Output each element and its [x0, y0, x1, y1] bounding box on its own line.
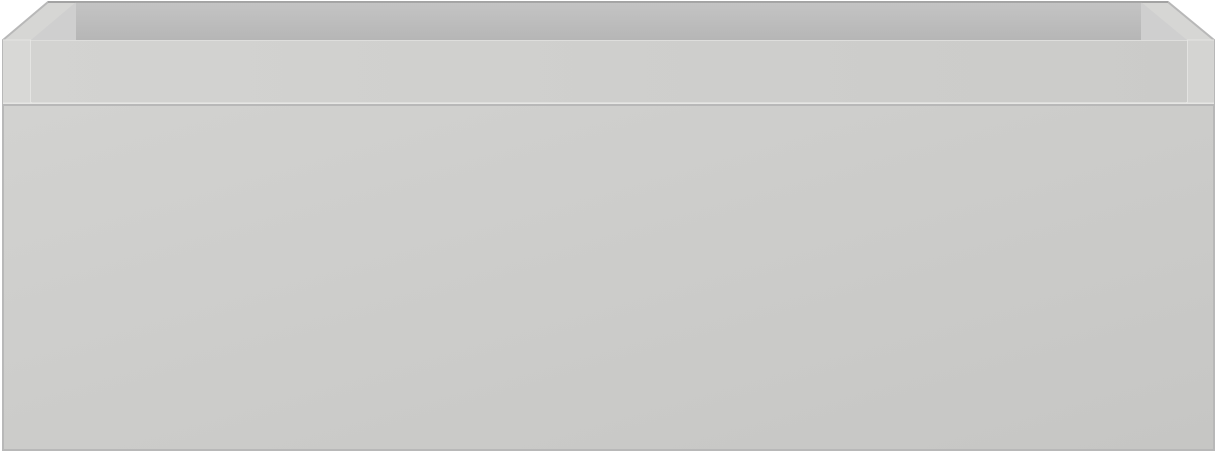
storage-box-scene	[0, 0, 1218, 452]
storage-box	[2, 1, 1215, 451]
left-corner-post	[3, 40, 31, 104]
rim-band	[31, 40, 1187, 102]
drawer-front-panel	[2, 104, 1215, 451]
right-corner-post	[1187, 40, 1214, 104]
interior-back-wall	[76, 2, 1141, 40]
